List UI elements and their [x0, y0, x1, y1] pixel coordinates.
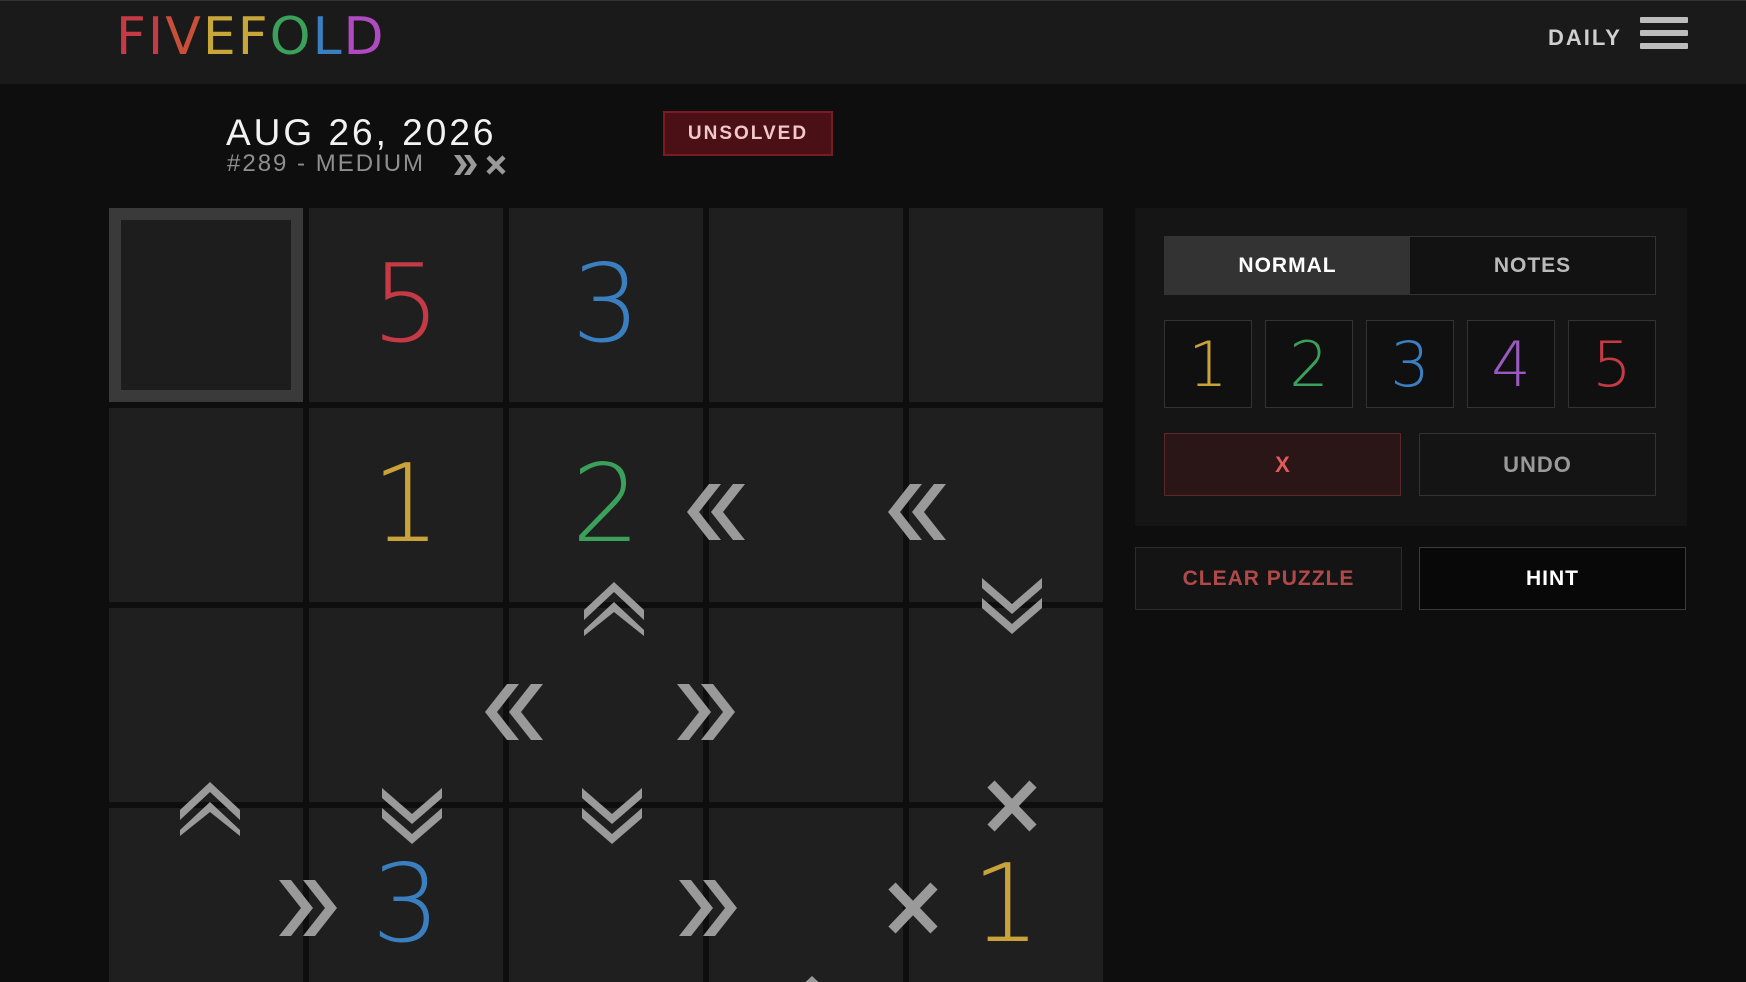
legend-icons — [454, 155, 506, 175]
mode-toggle: NORMAL NOTES — [1164, 236, 1656, 295]
number-button-4[interactable]: 4 — [1467, 320, 1555, 408]
board-cell[interactable] — [109, 608, 303, 802]
double-chevron-right-icon — [279, 880, 337, 936]
clear-puzzle-button[interactable]: CLEAR PUZZLE — [1135, 547, 1402, 610]
double-chevron-left-icon — [888, 484, 946, 540]
number-button-3[interactable]: 3 — [1366, 320, 1454, 408]
puzzle-board: 5 3 1 2 3 1 — [109, 208, 1103, 982]
board-cell[interactable] — [109, 408, 303, 602]
hint-button[interactable]: HINT — [1419, 547, 1686, 610]
board-cell[interactable]: 5 — [309, 208, 503, 402]
double-chevron-right-icon — [679, 880, 737, 936]
double-chevron-left-icon — [687, 484, 745, 540]
cross-icon — [486, 155, 506, 175]
puzzle-subtitle: #289 - MEDIUM — [227, 150, 426, 177]
cell-value: 3 — [571, 242, 641, 367]
cell-value: 2 — [571, 442, 641, 567]
cross-icon — [987, 780, 1037, 832]
cell-value: 1 — [971, 842, 1041, 967]
control-panel: NORMAL NOTES 12345 X UNDO — [1135, 208, 1687, 526]
undo-button[interactable]: UNDO — [1419, 433, 1656, 496]
menu-icon[interactable] — [1640, 17, 1688, 53]
clear-cell-button[interactable]: X — [1164, 433, 1401, 496]
board-cell-selected[interactable] — [109, 208, 303, 402]
number-button-1[interactable]: 1 — [1164, 320, 1252, 408]
double-chevron-up-icon — [584, 582, 644, 636]
cross-icon — [888, 882, 938, 934]
board-cell[interactable]: 1 — [309, 408, 503, 602]
double-chevron-up-icon — [805, 976, 819, 982]
logo-letter: V — [165, 7, 203, 67]
daily-link[interactable]: DAILY — [1548, 25, 1622, 51]
logo-letter: I — [147, 7, 166, 67]
number-pad: 12345 — [1164, 320, 1656, 408]
logo-letter: D — [343, 7, 386, 67]
board-cell[interactable] — [909, 608, 1103, 802]
double-chevron-up-icon — [180, 782, 240, 836]
logo-letter: F — [116, 7, 148, 67]
top-bar: FIVEFOLD DAILY — [0, 0, 1746, 84]
double-chevron-down-icon — [382, 788, 442, 844]
logo-letter: O — [269, 7, 313, 67]
double-chevron-down-icon — [982, 578, 1042, 634]
status-badge: UNSOLVED — [663, 111, 833, 156]
double-chevron-right-icon — [677, 684, 735, 740]
cell-value: 3 — [371, 842, 441, 967]
double-chevron-right-icon — [454, 155, 477, 175]
board-cell[interactable] — [909, 208, 1103, 402]
logo-letter: L — [312, 7, 344, 67]
puzzle-date: AUG 26, 2026 — [226, 112, 497, 153]
double-chevron-down-icon — [582, 788, 642, 844]
mode-normal-button[interactable]: NORMAL — [1165, 237, 1410, 294]
board-cell[interactable]: 2 — [509, 408, 703, 602]
cell-value: 5 — [371, 242, 441, 367]
logo-letter: F — [237, 7, 270, 67]
number-button-2[interactable]: 2 — [1265, 320, 1353, 408]
cell-value: 1 — [371, 442, 441, 567]
board-cell[interactable]: 3 — [509, 208, 703, 402]
mode-notes-button[interactable]: NOTES — [1410, 237, 1655, 294]
logo-letter: E — [202, 7, 238, 67]
board-cell[interactable] — [709, 208, 903, 402]
fivefold-logo[interactable]: FIVEFOLD — [116, 7, 386, 67]
double-chevron-left-icon — [485, 684, 543, 740]
number-button-5[interactable]: 5 — [1568, 320, 1656, 408]
